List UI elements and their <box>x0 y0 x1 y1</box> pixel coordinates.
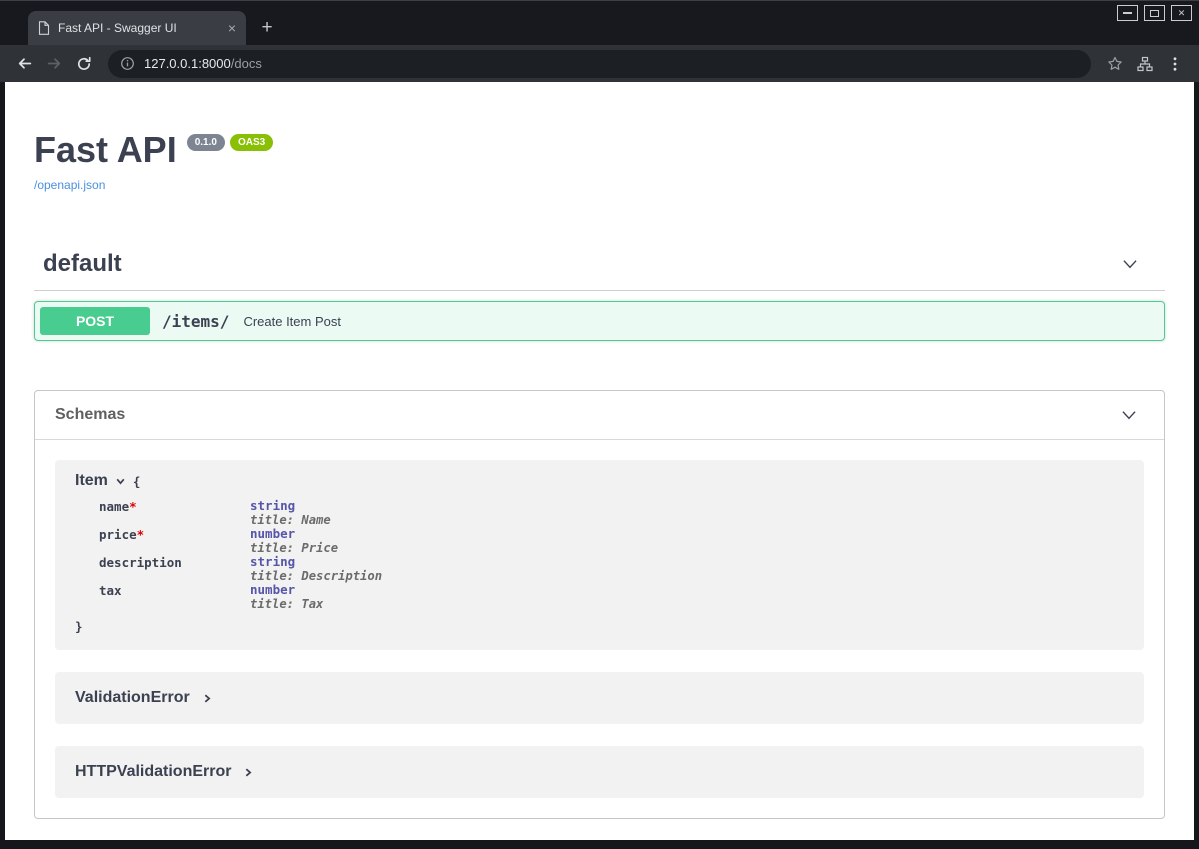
schemas-title: Schemas <box>55 406 125 424</box>
site-info-icon[interactable] <box>120 56 135 71</box>
tag-section-default[interactable]: default <box>34 250 1165 291</box>
property-title: title: Description <box>250 569 382 583</box>
endpoint-path: /items/ <box>162 312 229 331</box>
minimize-button[interactable] <box>1117 5 1138 21</box>
url-path: /docs <box>231 56 262 71</box>
version-badge: 0.1.0 <box>187 134 225 151</box>
browser-tab[interactable]: Fast API - Swagger UI × <box>28 11 246 45</box>
api-title-block: Fast API 0.1.0 OAS3 <box>34 132 1165 168</box>
reload-button[interactable] <box>70 50 98 78</box>
property-title: title: Name <box>250 513 331 527</box>
window-frame-bottom <box>0 840 1199 849</box>
forward-button[interactable] <box>40 50 68 78</box>
property-info: number title: Price <box>250 527 338 555</box>
extension-sitemap-icon[interactable] <box>1131 50 1159 78</box>
address-bar[interactable]: 127.0.0.1:8000/docs <box>108 50 1091 78</box>
model-item: Item { name* string title: N <box>55 460 1144 650</box>
property-type: number <box>250 583 323 597</box>
tab-title: Fast API - Swagger UI <box>58 21 218 35</box>
model-name: ValidationError <box>75 689 190 707</box>
url-host: 127.0.0.1:8000 <box>144 56 231 71</box>
url-text: 127.0.0.1:8000/docs <box>144 56 262 71</box>
property-name: price* <box>99 527 250 555</box>
browser-toolbar: 127.0.0.1:8000/docs <box>0 45 1199 82</box>
schema-property-row: tax number title: Tax <box>99 583 1124 611</box>
schemas-section: Schemas Item { <box>34 390 1165 819</box>
chevron-right-icon[interactable] <box>202 693 213 704</box>
chevron-down-icon[interactable] <box>1118 404 1140 426</box>
property-type: number <box>250 527 338 541</box>
property-name: name* <box>99 499 250 527</box>
property-type: string <box>250 555 382 569</box>
schema-property-row: name* string title: Name <box>99 499 1124 527</box>
browser-window: Fast API - Swagger UI × + ✕ 127.0.0.1:80… <box>0 0 1199 849</box>
chevron-down-icon[interactable] <box>1119 253 1141 275</box>
titlebar: Fast API - Swagger UI × + ✕ <box>0 1 1199 45</box>
page-viewport: Fast API 0.1.0 OAS3 /openapi.json defaul… <box>5 82 1194 840</box>
property-name: description <box>99 555 250 583</box>
brace-open: { <box>133 474 141 489</box>
property-type: string <box>250 499 331 513</box>
maximize-icon <box>1150 10 1159 17</box>
http-method-badge: POST <box>40 307 150 335</box>
page-document-icon <box>38 21 50 35</box>
bookmark-star-icon[interactable] <box>1101 50 1129 78</box>
model-properties: name* string title: Name price* number <box>99 499 1124 611</box>
opblock-post-items: POST /items/ Create Item Post <box>34 301 1165 341</box>
close-window-button[interactable]: ✕ <box>1171 5 1192 21</box>
schemas-header[interactable]: Schemas <box>35 391 1164 440</box>
new-tab-button[interactable]: + <box>254 15 280 41</box>
schema-property-row: description string title: Description <box>99 555 1124 583</box>
model-httpvalidationerror[interactable]: HTTPValidationError <box>55 746 1144 798</box>
required-star: * <box>137 527 145 542</box>
model-validationerror[interactable]: ValidationError <box>55 672 1144 724</box>
property-info: string title: Name <box>250 499 331 527</box>
model-name: HTTPValidationError <box>75 763 231 781</box>
opblock-summary[interactable]: POST /items/ Create Item Post <box>35 302 1164 340</box>
back-button[interactable] <box>10 50 38 78</box>
schemas-body: Item { name* string title: N <box>35 440 1164 818</box>
window-controls: ✕ <box>1117 5 1192 21</box>
maximize-button[interactable] <box>1144 5 1165 21</box>
property-info: number title: Tax <box>250 583 323 611</box>
property-name: tax <box>99 583 250 611</box>
minimize-icon <box>1123 12 1132 14</box>
endpoint-summary: Create Item Post <box>243 314 341 329</box>
required-star: * <box>129 499 137 514</box>
chevron-down-small-icon[interactable] <box>115 476 126 487</box>
property-info: string title: Description <box>250 555 382 583</box>
model-item-header[interactable]: Item { <box>75 472 1124 490</box>
chevron-right-icon[interactable] <box>243 767 254 778</box>
model-name: Item <box>75 472 108 490</box>
page-title: Fast API <box>34 132 177 168</box>
property-title: title: Tax <box>250 597 323 611</box>
close-icon: ✕ <box>1178 9 1186 18</box>
property-title: title: Price <box>250 541 338 555</box>
tag-name: default <box>43 250 122 278</box>
brace-close: } <box>75 619 1124 634</box>
browser-menu-icon[interactable] <box>1161 50 1189 78</box>
swagger-ui: Fast API 0.1.0 OAS3 /openapi.json defaul… <box>5 82 1194 819</box>
tab-close-icon[interactable]: × <box>226 21 238 35</box>
openapi-spec-link[interactable]: /openapi.json <box>34 178 105 192</box>
oas-badge: OAS3 <box>230 134 273 151</box>
schema-property-row: price* number title: Price <box>99 527 1124 555</box>
